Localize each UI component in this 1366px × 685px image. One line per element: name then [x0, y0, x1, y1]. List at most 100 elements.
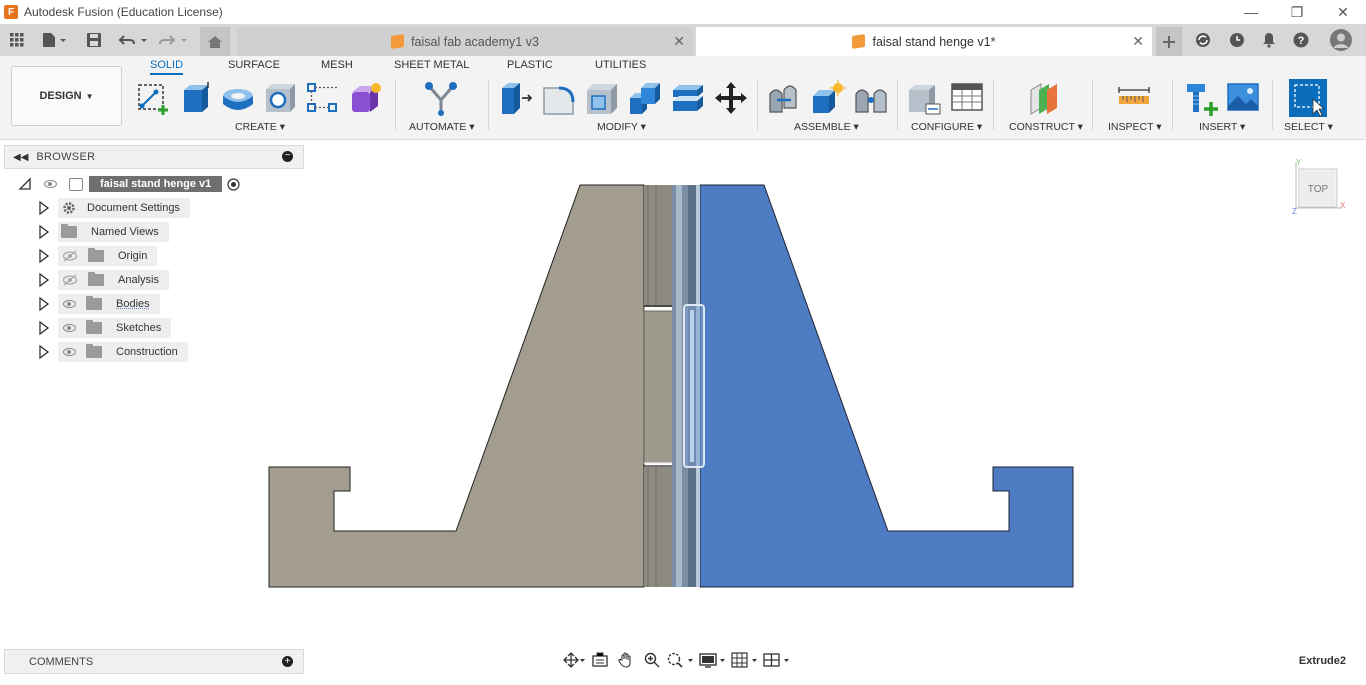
tab-surface[interactable]: SURFACE [228, 59, 280, 71]
eye-visible-icon[interactable] [44, 180, 57, 188]
viewports-icon[interactable] [762, 650, 792, 670]
browser-item-construction[interactable]: Construction [58, 342, 188, 362]
close-window-button[interactable]: ✕ [1320, 0, 1366, 24]
new-tab-icon[interactable] [1156, 27, 1182, 56]
inspect-menu[interactable]: INSPECT ▾ [1108, 121, 1162, 133]
notifications-bell-icon[interactable] [1258, 24, 1280, 56]
tab-plastic[interactable]: PLASTIC [507, 59, 553, 71]
blue-stand-body [700, 185, 1073, 587]
measure-icon[interactable] [1116, 80, 1152, 116]
browser-item-named-views[interactable]: Named Views [58, 222, 169, 242]
pan-hand-icon[interactable] [614, 650, 638, 670]
eye-visible-icon[interactable] [63, 348, 76, 356]
file-menu-icon[interactable] [38, 24, 70, 56]
home-icon[interactable] [200, 27, 230, 56]
fillet-icon[interactable] [541, 80, 577, 116]
browser-item-sketches[interactable]: Sketches [58, 318, 171, 338]
minimize-browser-icon[interactable]: − [282, 151, 293, 162]
revolve-icon[interactable] [220, 80, 256, 116]
apps-grid-icon[interactable] [6, 24, 28, 56]
collapse-panel-icon[interactable]: ◀◀ [13, 152, 28, 163]
configure-model-icon[interactable] [906, 80, 942, 116]
expand-triangle-icon[interactable] [38, 222, 50, 242]
expand-triangle-icon[interactable] [38, 246, 50, 266]
browser-root-row[interactable] [18, 174, 32, 194]
expanded-triangle-icon[interactable] [18, 177, 32, 191]
activate-component-icon[interactable] [227, 178, 240, 191]
job-status-icon[interactable] [1226, 24, 1248, 56]
offset-plane-icon[interactable] [1027, 80, 1063, 116]
expand-triangle-icon[interactable] [38, 198, 50, 218]
expand-triangle-icon[interactable] [38, 270, 50, 290]
minimize-button[interactable]: — [1228, 0, 1274, 24]
extrude-icon[interactable] [178, 80, 214, 116]
add-comment-icon[interactable]: + [282, 656, 293, 667]
orbit-icon[interactable] [562, 650, 586, 670]
browser-item-document-settings[interactable]: Document Settings [58, 198, 190, 218]
workspace-switcher-button[interactable]: DESIGN ▼ [11, 66, 122, 126]
eye-hidden-icon[interactable] [62, 250, 78, 262]
close-tab-icon[interactable]: ✕ [1132, 33, 1144, 50]
split-body-icon[interactable] [670, 80, 706, 116]
browser-item-label: Sketches [116, 322, 161, 334]
hole-icon[interactable] [263, 80, 299, 116]
construct-menu[interactable]: CONSTRUCT ▾ [1009, 121, 1083, 133]
tab-sheet-metal[interactable]: SHEET METAL [394, 59, 469, 71]
redo-icon[interactable] [156, 24, 190, 56]
configure-menu[interactable]: CONFIGURE ▾ [911, 121, 982, 133]
tab-solid[interactable]: SOLID [150, 59, 183, 75]
as-built-joint-icon[interactable] [853, 80, 889, 116]
browser-header[interactable]: ◀◀ BROWSER − [4, 145, 304, 169]
eye-visible-icon[interactable] [63, 324, 76, 332]
move-copy-icon[interactable] [713, 80, 749, 116]
display-settings-icon[interactable] [698, 650, 728, 670]
tab-utilities[interactable]: UTILITIES [595, 59, 646, 71]
pattern-icon[interactable] [305, 80, 341, 116]
create-sketch-icon[interactable] [136, 80, 172, 116]
model-view[interactable] [0, 141, 1366, 682]
expand-triangle-icon[interactable] [38, 294, 50, 314]
view-cube[interactable]: Y X Z TOP [1292, 158, 1352, 218]
fit-zoom-icon[interactable] [666, 650, 696, 670]
browser-root-node[interactable]: faisal stand henge v1 [40, 174, 224, 194]
close-tab-icon[interactable]: ✕ [673, 33, 685, 50]
tab-faisal-stand-henge[interactable]: faisal stand henge v1* ✕ [696, 27, 1152, 56]
undo-icon[interactable] [116, 24, 150, 56]
create-menu[interactable]: CREATE ▾ [235, 121, 285, 133]
assemble-menu[interactable]: ASSEMBLE ▾ [794, 121, 859, 133]
browser-item-origin[interactable]: Origin [58, 246, 157, 266]
select-menu[interactable]: SELECT ▾ [1284, 121, 1333, 133]
modify-menu[interactable]: MODIFY ▾ [597, 121, 646, 133]
eye-hidden-icon[interactable] [62, 274, 78, 286]
eye-visible-icon[interactable] [63, 300, 76, 308]
grid-settings-icon[interactable] [730, 650, 760, 670]
look-at-icon[interactable] [588, 650, 612, 670]
insert-image-icon[interactable] [1225, 80, 1261, 116]
press-pull-icon[interactable] [498, 80, 534, 116]
create-form-icon[interactable] [348, 80, 384, 116]
zoom-icon[interactable] [640, 650, 664, 670]
shell-icon[interactable] [584, 80, 620, 116]
expand-triangle-icon[interactable] [38, 318, 50, 338]
save-icon[interactable] [84, 24, 104, 56]
browser-item-analysis[interactable]: Analysis [58, 270, 169, 290]
insert-menu[interactable]: INSERT ▾ [1199, 121, 1245, 133]
insert-mcmaster-icon[interactable] [1183, 80, 1219, 116]
tab-mesh[interactable]: MESH [321, 59, 353, 71]
automate-menu[interactable]: AUTOMATE ▾ [409, 121, 475, 133]
new-component-icon[interactable] [767, 80, 803, 116]
design-viewport[interactable] [0, 141, 1366, 682]
expand-triangle-icon[interactable] [38, 342, 50, 362]
tab-faisal-fab-academy1[interactable]: faisal fab academy1 v3 ✕ [237, 27, 693, 56]
user-avatar-icon[interactable] [1328, 24, 1354, 56]
comments-panel[interactable]: COMMENTS + [4, 649, 304, 674]
browser-item-bodies[interactable]: Bodies [58, 294, 160, 314]
configuration-table-icon[interactable] [949, 80, 985, 116]
joint-icon[interactable] [810, 80, 846, 116]
sync-icon[interactable] [1192, 24, 1214, 56]
automate-icon[interactable] [423, 80, 459, 116]
combine-icon[interactable] [627, 80, 663, 116]
restore-button[interactable]: ❐ [1274, 0, 1320, 24]
help-icon[interactable]: ? [1290, 24, 1312, 56]
select-icon[interactable] [1289, 79, 1327, 117]
